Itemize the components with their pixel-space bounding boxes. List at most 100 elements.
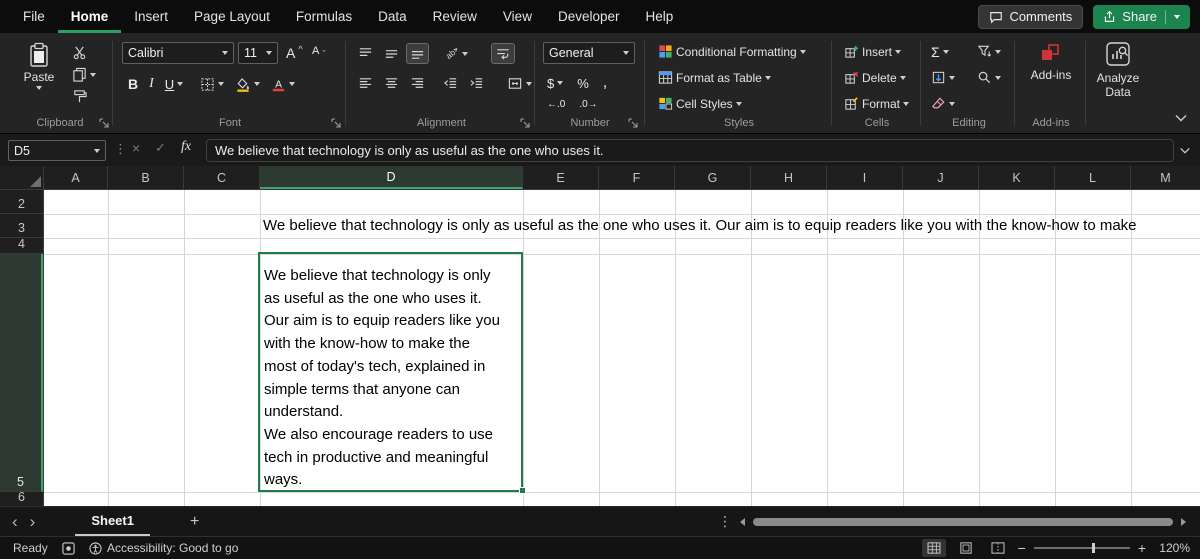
scrollbar-thumb[interactable] [753,518,1173,526]
accessibility-status[interactable]: Accessibility: Good to go [89,541,238,555]
underline-button[interactable]: U [161,74,187,95]
delete-caret-icon[interactable] [900,76,906,80]
cancel-icon[interactable]: × [132,140,140,156]
font-size-select[interactable]: 11 [238,42,278,64]
italic-button[interactable]: I [145,73,158,95]
decrease-font-button[interactable]: Aˇ [308,42,329,60]
align-center-button[interactable] [380,73,403,94]
name-box[interactable]: D5 [8,140,106,161]
align-middle-button[interactable] [380,43,403,64]
cell-d5-text[interactable]: We believe that technology is only as us… [264,265,522,492]
increase-font-button[interactable]: A^ [282,42,307,64]
conditional-formatting-caret-icon[interactable] [800,50,806,54]
row-header-2[interactable]: 2 [0,190,43,214]
normal-view-button[interactable] [922,539,946,557]
column-header-f[interactable]: F [599,166,675,189]
insert-function-icon[interactable]: fx [181,139,191,155]
currency-button[interactable]: $ [543,73,567,94]
row-header-5[interactable]: 5 [0,254,43,492]
addins-button[interactable]: Add-ins [1024,39,1078,85]
menu-formulas[interactable]: Formulas [283,0,365,33]
decrease-indent-button[interactable] [439,73,462,94]
align-right-button[interactable] [406,73,429,94]
underline-caret-icon[interactable] [177,82,183,86]
formula-bar-grip-icon[interactable]: ⋮ [114,141,127,157]
format-cells-button[interactable]: Format [840,93,913,114]
paste-button[interactable]: Paste [16,39,62,93]
format-painter-button[interactable] [68,86,91,107]
select-all-button[interactable] [0,166,44,190]
zoom-in-button[interactable]: + [1138,540,1146,556]
delete-cells-button[interactable]: Delete [840,67,910,88]
sheet-tab-sheet1[interactable]: Sheet1 [75,507,150,536]
column-header-l[interactable]: L [1055,166,1131,189]
wrap-text-button[interactable] [491,43,515,64]
currency-caret-icon[interactable] [557,81,563,85]
menu-review[interactable]: Review [420,0,490,33]
column-header-d[interactable]: D [260,166,523,189]
page-layout-view-button[interactable] [954,539,978,557]
row-header-4[interactable]: 4 [0,238,43,254]
collapse-ribbon-icon[interactable] [1174,114,1188,123]
copy-button[interactable] [68,64,100,85]
increase-decimal-button[interactable]: ←.0 [543,96,569,113]
font-color-button[interactable]: A [267,74,299,95]
menu-insert[interactable]: Insert [121,0,181,33]
borders-caret-icon[interactable] [218,82,224,86]
menu-data[interactable]: Data [365,0,420,33]
column-header-m[interactable]: M [1131,166,1200,189]
row-header-3[interactable]: 3 [0,214,43,238]
column-header-i[interactable]: I [827,166,903,189]
cell-d3-overflow-text[interactable]: We believe that technology is only as us… [263,214,1137,238]
sheet-nav-right-icon[interactable]: › [30,512,48,532]
conditional-formatting-button[interactable]: Conditional Formatting [654,41,810,62]
align-top-button[interactable] [354,43,377,64]
align-bottom-button[interactable] [406,43,429,64]
merge-center-button[interactable] [503,73,536,94]
sort-filter-caret-icon[interactable] [995,50,1001,54]
cell-styles-caret-icon[interactable] [736,102,742,106]
merge-caret-icon[interactable] [526,82,532,86]
format-as-table-button[interactable]: Format as Table [654,67,775,88]
font-name-select[interactable]: Calibri [122,42,234,64]
share-button[interactable]: Share [1093,5,1190,29]
row-header-6[interactable]: 6 [0,492,43,506]
number-format-select[interactable]: General [543,42,635,64]
column-header-e[interactable]: E [523,166,599,189]
menu-view[interactable]: View [490,0,545,33]
fill-caret-icon[interactable] [949,76,955,80]
column-header-a[interactable]: A [44,166,108,189]
menu-home[interactable]: Home [58,0,122,33]
zoom-slider[interactable] [1034,547,1130,549]
fill-color-caret-icon[interactable] [254,82,260,86]
column-header-k[interactable]: K [979,166,1055,189]
cell-styles-button[interactable]: Cell Styles [654,93,746,114]
fill-handle[interactable] [519,487,526,494]
menu-developer[interactable]: Developer [545,0,633,33]
comments-button[interactable]: Comments [978,5,1083,29]
insert-caret-icon[interactable] [895,50,901,54]
column-header-j[interactable]: J [903,166,979,189]
format-caret-icon[interactable] [903,102,909,106]
cut-button[interactable] [68,42,91,63]
menu-help[interactable]: Help [633,0,687,33]
comma-style-button[interactable]: , [599,71,611,95]
scroll-left-icon[interactable] [740,518,745,526]
horizontal-scrollbar[interactable] [740,515,1186,529]
decrease-decimal-button[interactable]: .0→ [575,96,601,113]
column-header-g[interactable]: G [675,166,751,189]
sort-filter-button[interactable] [973,41,1005,62]
column-header-c[interactable]: C [184,166,260,189]
font-color-caret-icon[interactable] [289,82,295,86]
insert-cells-button[interactable]: Insert [840,41,905,62]
cells-area[interactable]: We believe that technology is only as us… [44,190,1200,506]
menu-file[interactable]: File [10,0,58,33]
increase-indent-button[interactable] [465,73,488,94]
bold-button[interactable]: B [124,73,142,95]
find-select-button[interactable] [973,67,1005,88]
paste-caret-icon[interactable] [36,86,42,90]
autosum-button[interactable]: Σ [927,41,953,63]
formula-input[interactable]: We believe that technology is only as us… [206,139,1174,162]
tab-bar-menu-icon[interactable]: ⋮ [718,513,732,530]
scroll-right-icon[interactable] [1181,518,1186,526]
